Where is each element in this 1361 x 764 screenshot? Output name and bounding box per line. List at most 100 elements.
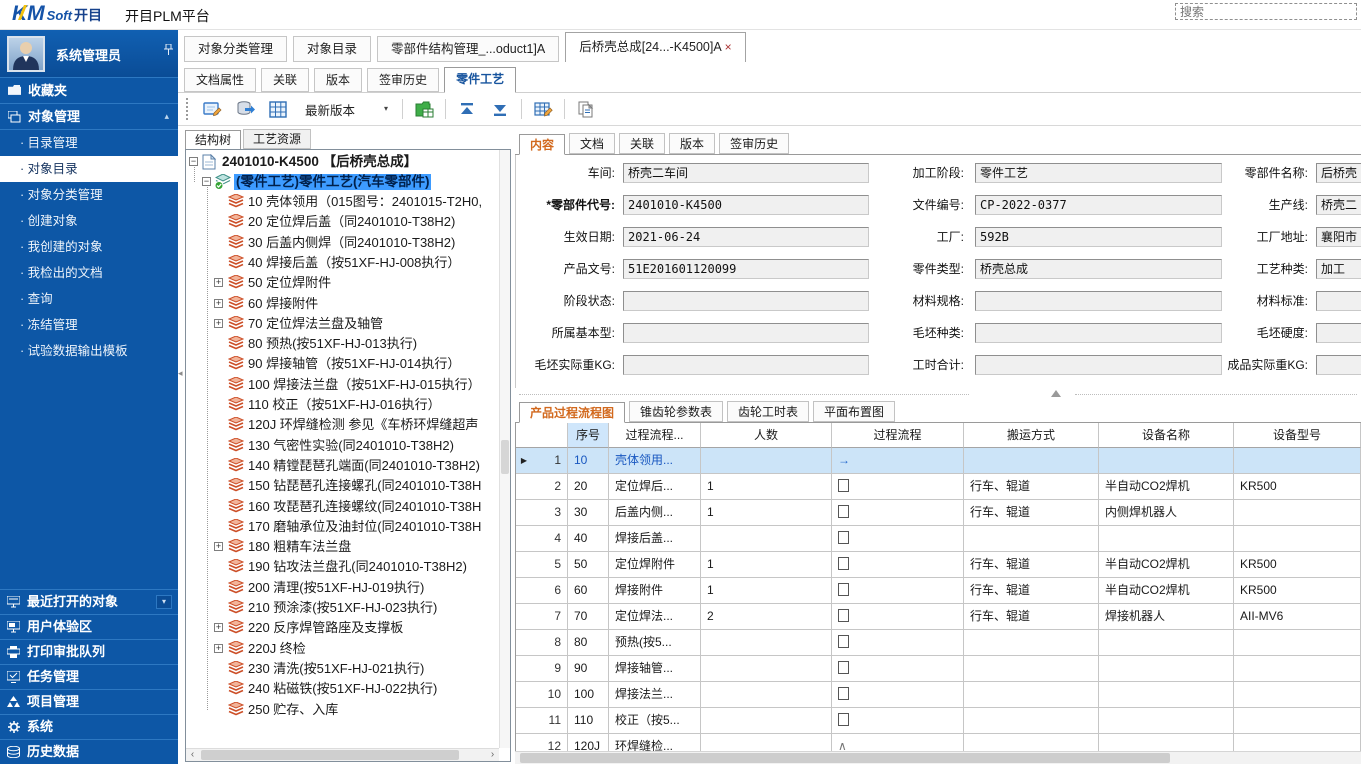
table-row[interactable]: ▶110壳体领用...→	[516, 448, 1361, 474]
tree-expander-icon[interactable]: +	[214, 644, 223, 653]
table-horizontal-scrollbar[interactable]	[515, 751, 1361, 764]
sidebar-item-bottom-0[interactable]: 最近打开的对象▾	[0, 589, 178, 614]
object-tab-3[interactable]: 签审历史	[367, 68, 439, 92]
cell-flow[interactable]	[832, 708, 964, 734]
detail-tab-3[interactable]: 版本	[669, 133, 715, 154]
detail-tab-1[interactable]: 文档	[569, 133, 615, 154]
cell-process[interactable]: 焊接法兰...	[609, 682, 701, 708]
cell-model[interactable]: KR500	[1234, 474, 1361, 500]
detail-tab-2[interactable]: 关联	[619, 133, 665, 154]
tree-node-operation-16[interactable]: 170 磨轴承位及油封位(同2401010-T38H	[186, 517, 499, 537]
flow-checkbox[interactable]	[838, 531, 849, 544]
cell-seq[interactable]: 40	[568, 526, 609, 552]
cell-flow[interactable]	[832, 526, 964, 552]
cell-model[interactable]	[1234, 448, 1361, 474]
tree-node-operation-15[interactable]: 160 攻琵琶孔连接螺纹(同2401010-T38H	[186, 497, 499, 517]
collapse-top-icon[interactable]	[455, 97, 479, 121]
tree-node-operation-12[interactable]: 130 气密性实验(同2401010-T38H2)	[186, 436, 499, 456]
field-value[interactable]: 襄阳市	[1316, 227, 1361, 247]
sidebar-item-4[interactable]: 我创建的对象	[0, 234, 178, 260]
cell-transport[interactable]	[964, 526, 1099, 552]
cell-model[interactable]	[1234, 526, 1361, 552]
scrollbar-thumb[interactable]	[520, 753, 1170, 763]
cell-process[interactable]: 定位焊后...	[609, 474, 701, 500]
cell-seq[interactable]: 120J	[568, 734, 609, 751]
collapse-panel-icon[interactable]: ◂	[178, 368, 183, 379]
cell-seq[interactable]: 60	[568, 578, 609, 604]
cell-seq[interactable]: 70	[568, 604, 609, 630]
cell-transport[interactable]	[964, 682, 1099, 708]
search-input[interactable]	[1175, 3, 1357, 20]
cell-transport[interactable]: 行车、辊道	[964, 578, 1099, 604]
cell-device[interactable]: 内侧焊机器人	[1099, 500, 1234, 526]
cell-model[interactable]: AII-MV6	[1234, 604, 1361, 630]
tree-expander-icon[interactable]: +	[214, 623, 223, 632]
cell-model[interactable]	[1234, 500, 1361, 526]
tree-expander-icon[interactable]: +	[214, 278, 223, 287]
cell-people[interactable]	[701, 656, 832, 682]
toolbar-grip[interactable]	[186, 98, 189, 120]
folder-table-icon[interactable]	[412, 97, 436, 121]
document-tab-2[interactable]: 零部件结构管理_...oduct1]A	[377, 36, 559, 62]
collapse-up-icon[interactable]	[1051, 390, 1061, 397]
table-row[interactable]: 220定位焊后...1行车、辊道半自动CO2焊机KR500	[516, 474, 1361, 500]
cell-transport[interactable]	[964, 448, 1099, 474]
tree-tab-0[interactable]: 结构树	[185, 130, 241, 150]
cell-people[interactable]: 1	[701, 552, 832, 578]
edit-table-icon[interactable]	[531, 97, 555, 121]
tree-node-process[interactable]: −(零件工艺)零件工艺(汽车零部件)	[186, 172, 499, 192]
column-header-4[interactable]: 过程流程	[832, 423, 964, 448]
cell-seq[interactable]: 10	[568, 448, 609, 474]
sidebar-item-6[interactable]: 查询	[0, 286, 178, 312]
cell-transport[interactable]: 行车、辊道	[964, 604, 1099, 630]
flow-checkbox[interactable]	[838, 583, 849, 596]
sidebar-item-bottom-2[interactable]: 打印审批队列	[0, 639, 178, 664]
cell-transport[interactable]	[964, 708, 1099, 734]
cell-seq[interactable]: 100	[568, 682, 609, 708]
tree-horizontal-scrollbar[interactable]: ‹ ›	[186, 748, 499, 761]
sidebar-item-bottom-1[interactable]: 用户体验区	[0, 614, 178, 639]
flow-checkbox[interactable]	[838, 635, 849, 648]
cell-device[interactable]	[1099, 682, 1234, 708]
detail-tab-4[interactable]: 签审历史	[719, 133, 789, 154]
tree-expander-icon[interactable]: +	[214, 542, 223, 551]
cell-people[interactable]	[701, 734, 832, 751]
table-row[interactable]: 330后盖内侧...1行车、辊道内侧焊机器人	[516, 500, 1361, 526]
sidebar-item-5[interactable]: 我检出的文档	[0, 260, 178, 286]
tree-node-operation-23[interactable]: 230 清洗(按51XF-HJ-021执行)	[186, 659, 499, 679]
chevron-down-icon[interactable]: ▾	[379, 100, 393, 118]
cell-people[interactable]	[701, 448, 832, 474]
chevron-up-icon[interactable]: ▴	[164, 104, 169, 129]
scroll-left-icon[interactable]: ‹	[186, 749, 199, 761]
tree-node-operation-0[interactable]: 10 壳体领用（015图号：2401015-T2H0,	[186, 192, 499, 212]
sidebar-item-7[interactable]: 冻结管理	[0, 312, 178, 338]
tree-node-operation-17[interactable]: +180 粗精车法兰盘	[186, 537, 499, 557]
sync-database-icon[interactable]	[233, 97, 257, 121]
cell-process[interactable]: 环焊缝检...	[609, 734, 701, 751]
cell-people[interactable]	[701, 630, 832, 656]
cell-model[interactable]	[1234, 708, 1361, 734]
field-value[interactable]: 加工	[1316, 259, 1361, 279]
cell-model[interactable]	[1234, 630, 1361, 656]
table-row[interactable]: 550定位焊附件1行车、辊道半自动CO2焊机KR500	[516, 552, 1361, 578]
cell-flow[interactable]	[832, 474, 964, 500]
table-grid-icon[interactable]	[266, 97, 290, 121]
cell-transport[interactable]: 行车、辊道	[964, 500, 1099, 526]
table-row[interactable]: 770定位焊法...2行车、辊道焊接机器人AII-MV6	[516, 604, 1361, 630]
flow-checkbox[interactable]	[838, 713, 849, 726]
cell-process[interactable]: 焊接后盖...	[609, 526, 701, 552]
pin-icon[interactable]	[164, 44, 173, 55]
flow-checkbox[interactable]	[838, 557, 849, 570]
cell-process[interactable]: 定位焊附件	[609, 552, 701, 578]
cell-transport[interactable]	[964, 630, 1099, 656]
cell-seq[interactable]: 20	[568, 474, 609, 500]
flow-checkbox[interactable]	[838, 505, 849, 518]
tree-node-operation-6[interactable]: +70 定位焊法兰盘及轴管	[186, 314, 499, 334]
tree-node-operation-7[interactable]: 80 预热(按51XF-HJ-013执行)	[186, 334, 499, 354]
sidebar-item-favorites[interactable]: 收藏夹	[0, 78, 178, 104]
tree-expander-icon[interactable]: −	[202, 177, 211, 186]
flow-checkbox[interactable]	[838, 687, 849, 700]
tree-node-operation-10[interactable]: 110 校正（按51XF-HJ-016执行）	[186, 395, 499, 415]
bottom-tab-1[interactable]: 锥齿轮参数表	[629, 401, 723, 422]
cell-flow[interactable]	[832, 656, 964, 682]
